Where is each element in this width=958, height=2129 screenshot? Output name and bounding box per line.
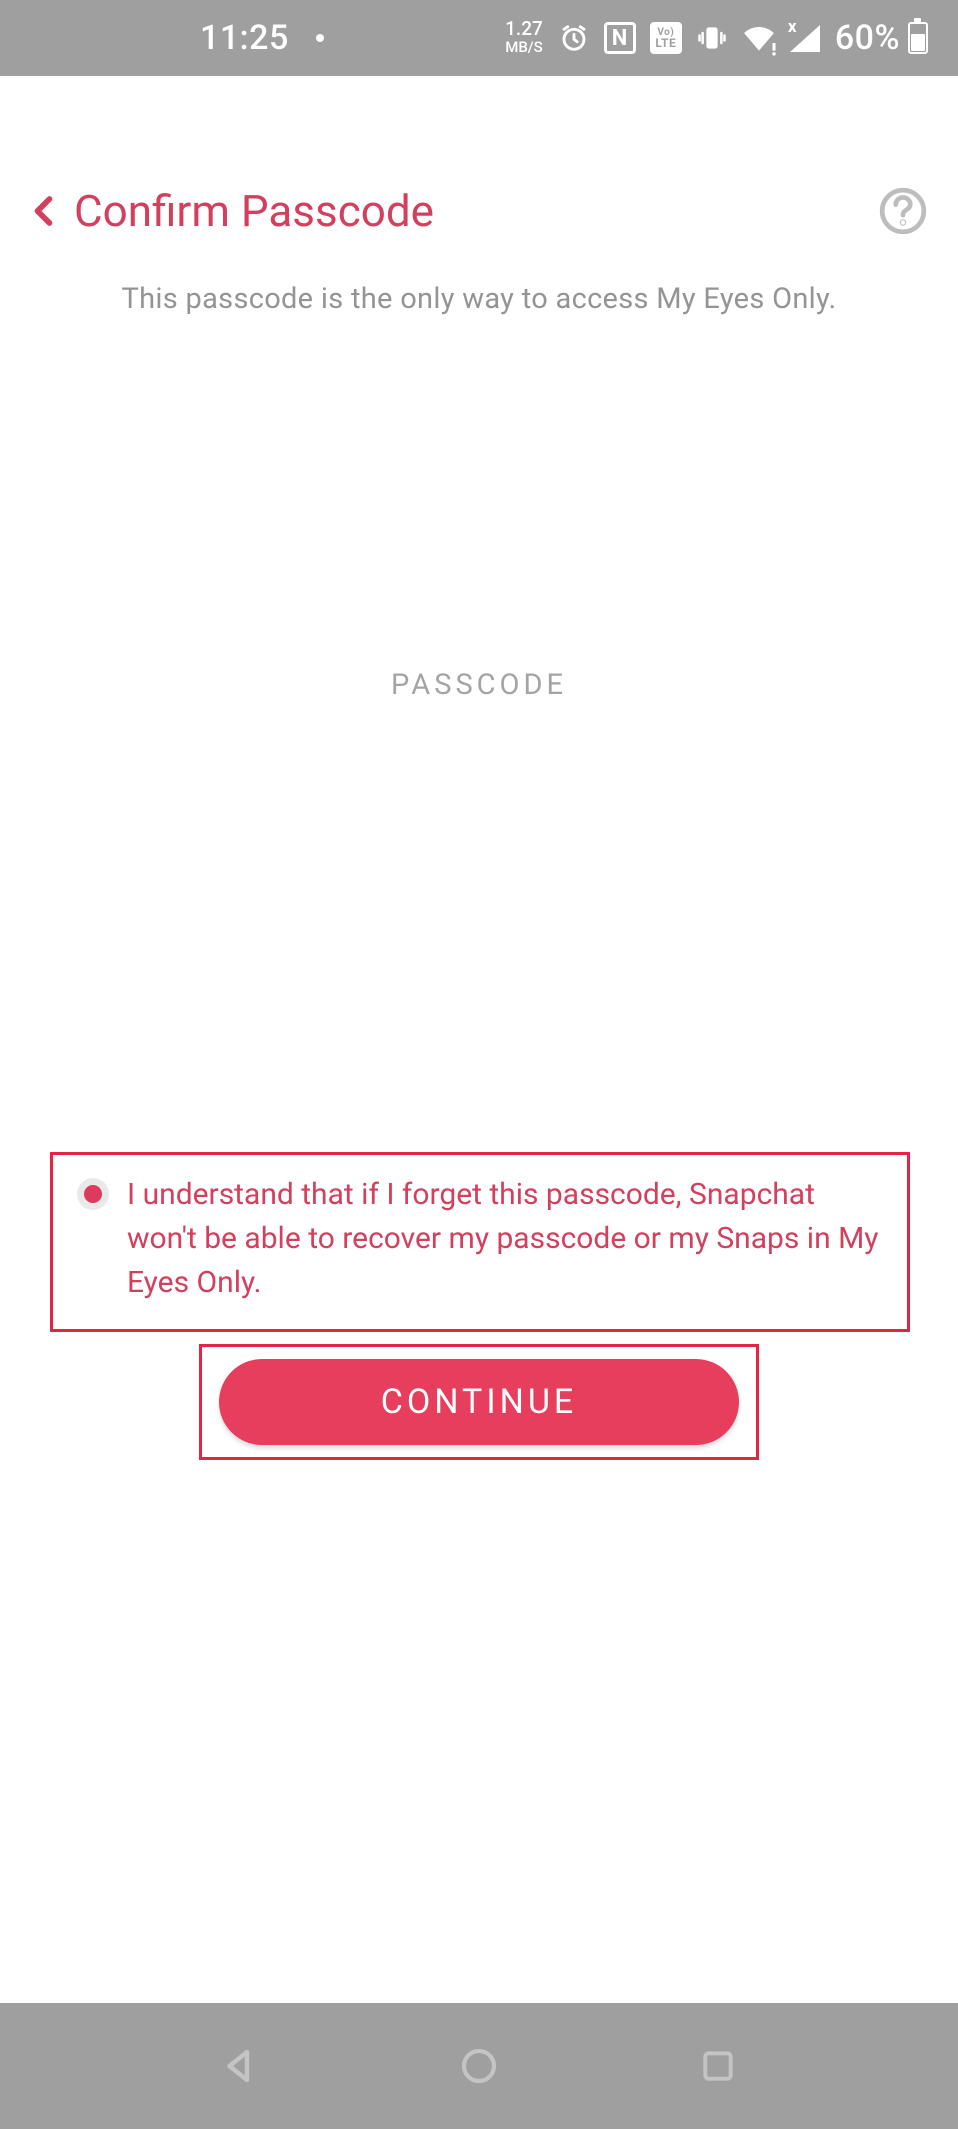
wifi-icon bbox=[742, 25, 776, 52]
nav-home-button[interactable] bbox=[451, 2038, 507, 2094]
cell-signal-icon: x bbox=[790, 25, 820, 52]
passcode-input[interactable]: PASSCODE bbox=[0, 668, 958, 702]
help-button[interactable] bbox=[878, 186, 928, 236]
net-speed-indicator: 1.27MB/S bbox=[505, 20, 543, 56]
status-time: 11:25 bbox=[200, 18, 289, 58]
page-header: Confirm Passcode bbox=[0, 176, 958, 246]
status-separator-dot bbox=[316, 34, 324, 42]
app-content: Confirm Passcode This passcode is the on… bbox=[0, 76, 958, 702]
nfc-icon: N bbox=[604, 22, 636, 54]
system-nav-bar bbox=[0, 2003, 958, 2129]
continue-button[interactable]: CONTINUE bbox=[219, 1359, 739, 1445]
page-title: Confirm Passcode bbox=[74, 185, 434, 237]
alarm-icon bbox=[558, 22, 590, 54]
battery-indicator: 60% bbox=[835, 18, 928, 58]
back-button[interactable] bbox=[20, 186, 70, 236]
agreement-container: I understand that if I forget this passc… bbox=[50, 1152, 910, 1332]
status-bar: 11:25 1.27MB/S N Vo)LTE x 60% bbox=[0, 0, 958, 76]
battery-icon bbox=[908, 22, 928, 54]
subtitle-text: This passcode is the only way to access … bbox=[0, 282, 958, 316]
nav-back-button[interactable] bbox=[212, 2038, 268, 2094]
agreement-radio[interactable] bbox=[77, 1178, 109, 1210]
nav-recent-button[interactable] bbox=[690, 2038, 746, 2094]
vibrate-icon bbox=[696, 22, 728, 54]
volte-icon: Vo)LTE bbox=[650, 22, 682, 54]
agreement-text: I understand that if I forget this passc… bbox=[127, 1173, 883, 1305]
continue-highlight-box: CONTINUE bbox=[199, 1344, 759, 1460]
